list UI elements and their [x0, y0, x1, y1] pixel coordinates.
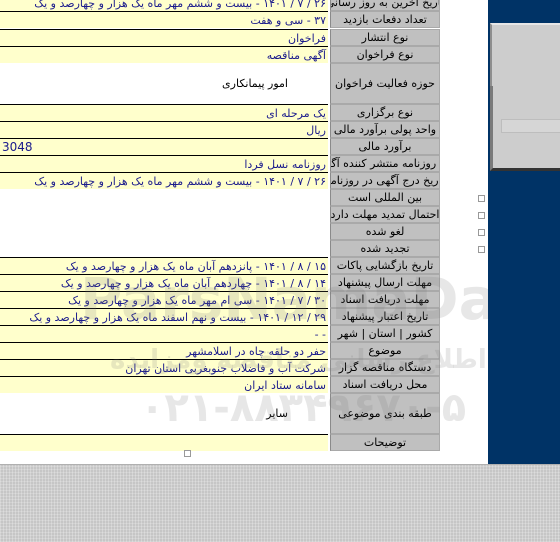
row-value: ۱۵ / ۸ / ۱۴۰۱ - پانزدهم آبان ماه یک هزار… — [0, 257, 328, 274]
table-row: بین المللی است — [0, 189, 488, 206]
checkbox-icon — [478, 194, 485, 202]
side-panel-box-lower — [490, 86, 560, 171]
table-row: یک مرحله ای نوع برگزاری — [0, 104, 488, 121]
table-row: ۱۵ / ۸ / ۱۴۰۱ - پانزدهم آبان ماه یک هزار… — [0, 257, 488, 274]
row-value — [0, 223, 328, 240]
table-row: ۲۶ / ۷ / ۱۴۰۱ - بیست و ششم مهر ماه یک هز… — [0, 172, 488, 189]
row-value: ریال — [0, 121, 328, 138]
row-label: تاریخ بازگشایی پاکات — [330, 257, 440, 274]
row-value: ۲۶ / ۷ / ۱۴۰۱ - بیست و ششم مهر ماه یک هز… — [0, 0, 328, 11]
row-value: فراخوان — [0, 29, 328, 46]
table-row: ۱۴ / ۸ / ۱۴۰۱ - چهاردهم آبان ماه یک هزار… — [0, 274, 488, 291]
row-label: مهلت دریافت اسناد — [330, 291, 440, 308]
row-label: احتمال تمدید مهلت دارد — [330, 206, 440, 223]
table-row: ۳۰ / ۷ / ۱۴۰۱ - سی ام مهر ماه یک هزار و … — [0, 291, 488, 308]
table-row: حفر دو حلقه چاه در اسلامشهر موضوع — [0, 342, 488, 359]
table-row: آگهی مناقصه نوع فراخوان — [0, 46, 488, 63]
page-background — [0, 464, 560, 542]
row-value — [0, 434, 328, 451]
table-row: امور پیمانکاری حوزه فعالیت فراخوان — [0, 63, 488, 104]
row-label: نام روزنامه منتشر کننده آگهی — [330, 155, 440, 172]
table-row: ۳۷ - سی و هفت تعداد دفعات بازدید — [0, 11, 488, 28]
table-row: لغو شده — [0, 223, 488, 240]
row-label: طبقه بندی موضوعی — [330, 393, 440, 434]
checkbox-icon — [478, 245, 485, 253]
row-value: ۲۶ / ۷ / ۱۴۰۱ - بیست و ششم مهر ماه یک هز… — [0, 172, 328, 189]
row-value: سامانه ستاد ایران — [0, 376, 328, 393]
side-panel-box — [490, 23, 560, 88]
row-value: 3048 — [0, 138, 328, 155]
row-label: نوع فراخوان — [330, 46, 440, 63]
table-row: 3048 برآورد مالی — [0, 138, 488, 155]
row-label: تاریخ آخرین به روز رسانی — [330, 0, 440, 11]
row-label: تعداد دفعات بازدید — [330, 11, 440, 28]
row-label: کشور | استان | شهر — [330, 325, 440, 342]
row-label: توضیحات — [330, 434, 440, 451]
row-label: تاریخ درج آگهی در روزنامه — [330, 172, 440, 189]
row-label: نوع برگزاری — [330, 104, 440, 121]
row-value: ۲۹ / ۱۲ / ۱۴۰۱ - بیست و نهم اسفند ماه یک… — [0, 308, 328, 325]
row-label: برآورد مالی — [330, 138, 440, 155]
row-value: - - — [0, 325, 328, 342]
row-value: امور پیمانکاری — [222, 77, 288, 90]
row-label: محل دریافت اسناد — [330, 376, 440, 393]
table-row: - - کشور | استان | شهر — [0, 325, 488, 342]
table-row: توضیحات — [0, 434, 488, 451]
row-label: واحد پولی برآورد مالی — [330, 121, 440, 138]
row-value — [0, 189, 328, 206]
row-label: تاریخ اعتبار پیشنهاد — [330, 308, 440, 325]
row-value: حفر دو حلقه چاه در اسلامشهر — [0, 342, 328, 359]
table-row: سامانه ستاد ایران محل دریافت اسناد — [0, 376, 488, 393]
table-row: ۲۶ / ۷ / ۱۴۰۱ - بیست و ششم مهر ماه یک هز… — [0, 0, 488, 11]
row-value: آگهی مناقصه — [0, 46, 328, 63]
table-row: تجدید شده — [0, 240, 488, 257]
row-value — [0, 240, 328, 257]
row-value: روزنامه نسل فردا — [0, 155, 328, 172]
row-value: ۱۴ / ۸ / ۱۴۰۱ - چهاردهم آبان ماه یک هزار… — [0, 274, 328, 291]
table-row: احتمال تمدید مهلت دارد — [0, 206, 488, 223]
row-label: مهلت ارسال پیشنهاد — [330, 274, 440, 291]
row-label: تجدید شده — [330, 240, 440, 257]
row-value: شرکت آب و فاضلاب جنوبغربی استان تهران — [0, 359, 328, 376]
checkbox-icon — [478, 228, 485, 236]
footer-checkbox-icon — [184, 450, 191, 457]
side-panel-input[interactable] — [501, 119, 560, 133]
row-label: لغو شده — [330, 223, 440, 240]
table-row: روزنامه نسل فردانام روزنامه منتشر کننده … — [0, 155, 488, 172]
table-row: ریال واحد پولی برآورد مالی — [0, 121, 488, 138]
row-label: نوع انتشار — [330, 29, 440, 46]
row-value: ۳۰ / ۷ / ۱۴۰۱ - سی ام مهر ماه یک هزار و … — [0, 291, 328, 308]
row-label: حوزه فعالیت فراخوان — [330, 63, 440, 104]
table-row: شرکت آب و فاضلاب جنوبغربی استان تهران دست… — [0, 359, 488, 376]
row-value — [0, 206, 328, 223]
row-label: موضوع — [330, 342, 440, 359]
table-row: فراخوان نوع انتشار — [0, 29, 488, 46]
table-row: سایر طبقه بندی موضوعی — [0, 393, 488, 434]
checkbox-icon — [478, 211, 485, 219]
page: ۲۶ / ۷ / ۱۴۰۱ - بیست و ششم مهر ماه یک هز… — [0, 0, 560, 464]
row-label: بین المللی است — [330, 189, 440, 206]
table-row: ۲۹ / ۱۲ / ۱۴۰۱ - بیست و نهم اسفند ماه یک… — [0, 308, 488, 325]
row-value: یک مرحله ای — [0, 104, 328, 121]
row-label: دستگاه مناقصه گزار — [330, 359, 440, 376]
row-value: ۳۷ - سی و هفت — [0, 11, 328, 28]
side-panel — [488, 0, 560, 464]
row-value: سایر — [266, 407, 288, 420]
